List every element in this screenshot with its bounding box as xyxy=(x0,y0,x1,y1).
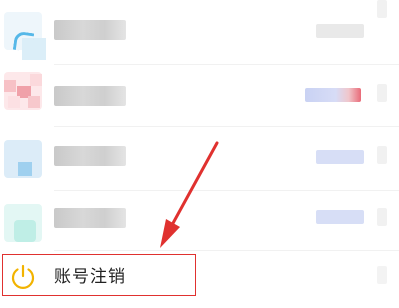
annotation-highlight-box xyxy=(2,254,196,296)
chevron-right-icon xyxy=(377,146,387,164)
icon-cell xyxy=(30,74,42,86)
blurred-app-icon xyxy=(4,12,46,60)
chevron-right-icon xyxy=(377,208,387,226)
settings-list-item[interactable] xyxy=(0,60,399,120)
icon-mint xyxy=(14,220,36,242)
divider xyxy=(54,126,399,127)
icon-cell xyxy=(8,96,20,108)
blurred-app-icon xyxy=(4,204,42,242)
blurred-item-value xyxy=(316,150,364,164)
settings-list-item[interactable] xyxy=(0,0,399,60)
divider xyxy=(54,250,399,251)
blurred-item-value xyxy=(316,210,364,224)
blurred-item-value xyxy=(316,24,364,38)
icon-center xyxy=(18,162,32,176)
icon-cell xyxy=(4,80,16,92)
blurred-item-label xyxy=(54,20,126,40)
settings-list-item[interactable] xyxy=(0,128,399,188)
blurred-app-icon xyxy=(4,72,42,110)
icon-arc xyxy=(12,30,35,53)
icon-cell xyxy=(28,96,40,108)
blurred-item-label xyxy=(54,208,126,228)
chevron-right-icon xyxy=(377,84,387,102)
blurred-item-label xyxy=(54,86,126,106)
blurred-item-value xyxy=(305,88,361,102)
blurred-app-icon xyxy=(4,140,42,178)
chevron-right-icon xyxy=(377,0,387,18)
chevron-right-icon xyxy=(377,266,387,284)
settings-list-item[interactable] xyxy=(0,190,399,250)
settings-screen: 账号注销 xyxy=(0,0,399,308)
blurred-item-label xyxy=(54,146,126,166)
